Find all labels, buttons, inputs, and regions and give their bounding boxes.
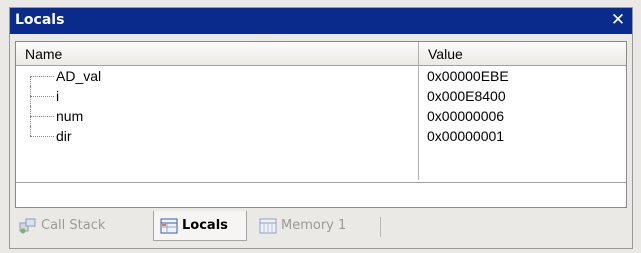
tab-call-stack-label: Call Stack	[41, 218, 106, 233]
tab-locals[interactable]: Locals	[153, 211, 247, 241]
table-row[interactable]: dir 0x00000001	[16, 126, 626, 146]
value-cell[interactable]: 0x00000EBE	[419, 66, 626, 86]
tree-branch	[30, 136, 54, 137]
variable-name: num	[56, 108, 84, 124]
tab-divider	[380, 217, 381, 237]
value-cell[interactable]: 0x00000006	[419, 106, 626, 126]
tab-strip: Call Stack Locals Memory 1	[15, 211, 627, 243]
name-cell[interactable]: i	[16, 86, 419, 106]
table-row[interactable]: AD_val 0x00000EBE	[16, 66, 626, 86]
tree-branch	[30, 116, 54, 117]
tab-locals-label: Locals	[182, 218, 228, 233]
locals-window: Locals ✕ Name Value AD_val 0x00000EBE i …	[9, 7, 633, 249]
memory-icon	[259, 218, 277, 234]
variable-value: 0x00000001	[427, 128, 505, 144]
variable-value: 0x000E8400	[427, 88, 506, 104]
empty-name-cell	[16, 146, 419, 180]
variable-value: 0x00000006	[427, 108, 505, 124]
name-cell[interactable]: AD_val	[16, 66, 419, 86]
variable-name: dir	[56, 128, 72, 144]
column-header-name[interactable]: Name	[16, 42, 419, 65]
locals-table: Name Value AD_val 0x00000EBE i 0x000E840…	[15, 41, 627, 208]
table-row[interactable]: num 0x00000006	[16, 106, 626, 126]
tree-line	[30, 76, 31, 86]
table-row[interactable]: i 0x000E8400	[16, 86, 626, 106]
tab-memory-1-label: Memory 1	[281, 218, 347, 233]
name-cell[interactable]: num	[16, 106, 419, 126]
variable-value: 0x00000EBE	[427, 68, 509, 84]
window-title: Locals	[15, 12, 65, 28]
column-header-name-label: Name	[25, 46, 63, 62]
name-cell[interactable]: dir	[16, 126, 419, 146]
tab-call-stack[interactable]: Call Stack	[15, 211, 151, 241]
tree-line	[30, 126, 31, 136]
variable-name: i	[56, 88, 60, 104]
table-header: Name Value	[16, 42, 626, 66]
value-cell[interactable]: 0x000E8400	[419, 86, 626, 106]
title-bar[interactable]: Locals ✕	[10, 8, 632, 34]
variable-name: AD_val	[56, 68, 102, 84]
empty-row-area[interactable]	[16, 146, 626, 180]
column-header-value[interactable]: Value	[419, 42, 626, 65]
table-bottom-divider	[16, 182, 626, 183]
locals-icon	[160, 218, 178, 234]
column-header-value-label: Value	[428, 46, 463, 62]
tab-memory-1[interactable]: Memory 1	[255, 211, 375, 241]
call-stack-icon	[19, 218, 37, 234]
tree-branch	[30, 76, 54, 77]
table-body: AD_val 0x00000EBE i 0x000E8400 num 0x000…	[16, 66, 626, 180]
close-icon[interactable]: ✕	[610, 11, 626, 29]
value-cell[interactable]: 0x00000001	[419, 126, 626, 146]
tree-branch	[30, 96, 54, 97]
